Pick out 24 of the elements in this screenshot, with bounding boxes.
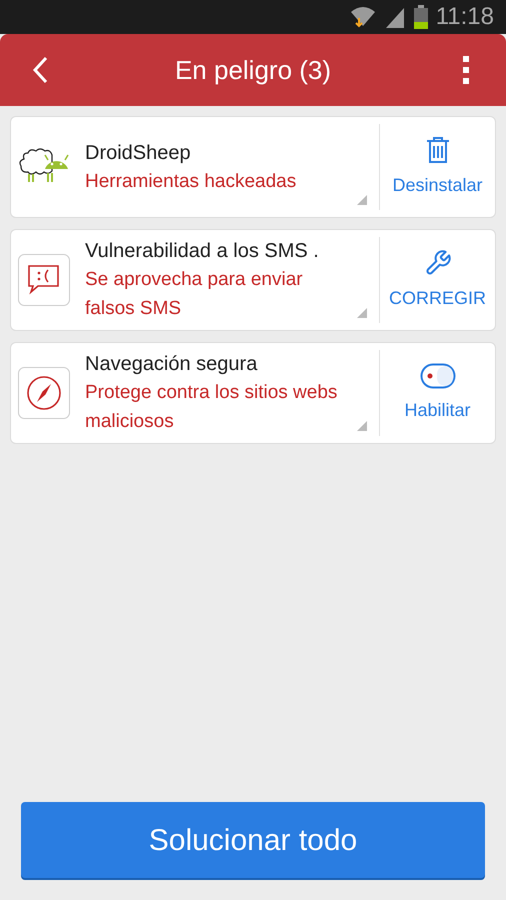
corner-mark-icon <box>357 421 367 431</box>
sad-message-icon <box>18 254 70 306</box>
threat-description: Se aprovecha para enviar falsos SMS <box>85 268 304 321</box>
status-time: 11:18 <box>436 2 494 32</box>
action-button[interactable]: Desinstalar <box>380 117 495 217</box>
threat-description: Herramientas hackeadas <box>85 170 298 194</box>
threat-description: Protege contra los sitios webs maliciosos <box>85 381 338 434</box>
action-button[interactable]: CORREGIR <box>380 230 495 330</box>
corner-mark-icon <box>357 308 367 318</box>
threat-title: Navegación segura <box>85 352 258 377</box>
toggle-icon <box>420 362 456 388</box>
compass-icon <box>18 367 70 419</box>
signal-icon <box>384 6 406 28</box>
wifi-icon <box>350 6 376 28</box>
fix-all-button[interactable]: Solucionar todo <box>21 802 485 878</box>
battery-icon <box>414 5 428 29</box>
wrench-icon <box>424 248 452 276</box>
more-icon <box>462 56 469 84</box>
back-icon <box>32 56 48 84</box>
header-title: En peligro (3) <box>174 54 332 86</box>
threat-title: DroidSheep <box>85 140 192 166</box>
corner-mark-icon <box>357 195 367 205</box>
threat-title: Vulnerabilidad a los SMS . <box>85 239 320 264</box>
action-button[interactable]: Habilitar <box>380 343 495 443</box>
